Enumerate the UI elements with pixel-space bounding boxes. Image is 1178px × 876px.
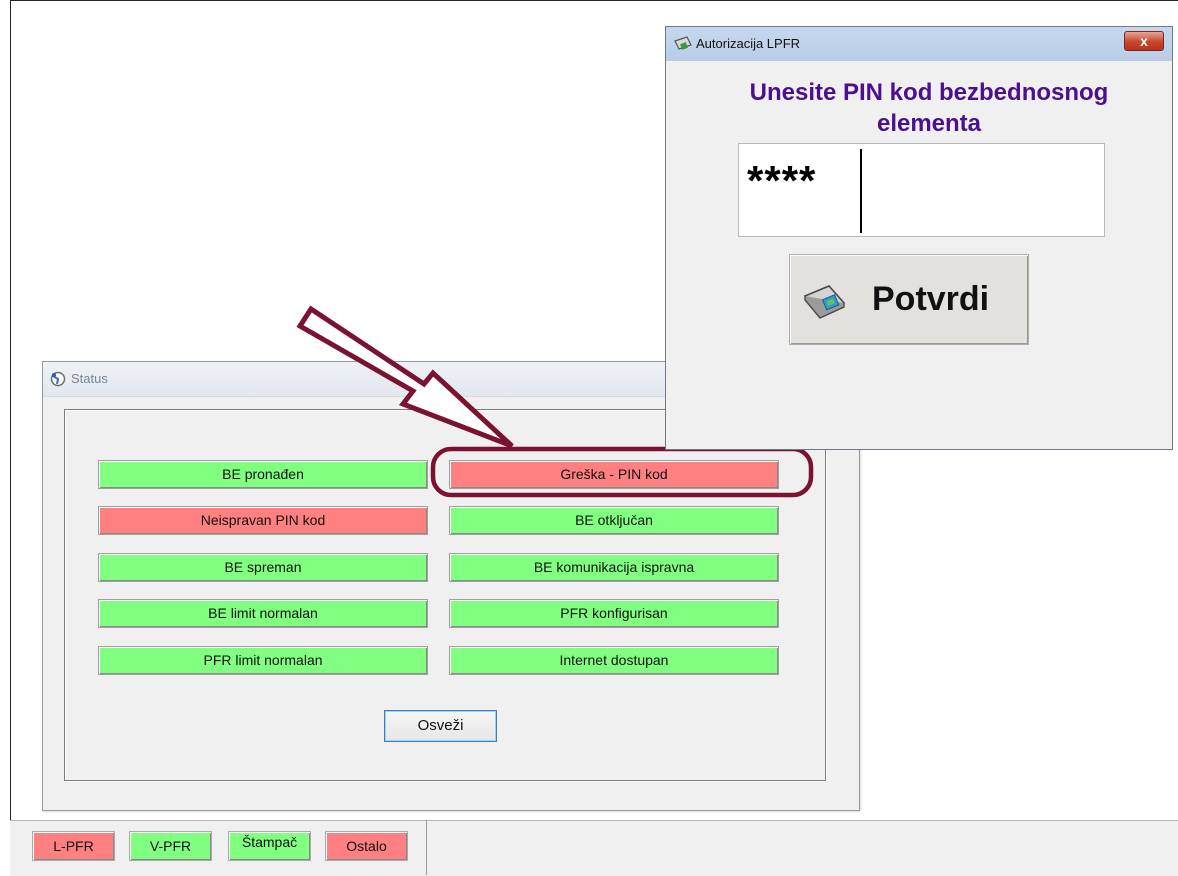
indicator-be-ready: BE spreman <box>98 553 428 582</box>
refresh-button[interactable]: Osveži <box>384 710 497 742</box>
app-icon <box>50 371 66 387</box>
indicator-pfr-configured: PFR konfigurisan <box>449 599 779 628</box>
text-caret <box>860 149 862 233</box>
pin-value: **** <box>747 157 817 204</box>
indicator-be-limit: BE limit normalan <box>98 599 428 628</box>
auth-window-title: Autorizacija LPFR <box>696 36 801 51</box>
indicator-invalid-pin: Neispravan PIN kod <box>98 506 428 535</box>
confirm-button[interactable]: Potvrdi <box>789 254 1029 345</box>
status-other[interactable]: Ostalo <box>325 831 408 861</box>
status-lpfr[interactable]: L-PFR <box>32 831 115 861</box>
auth-window: Autorizacija LPFR x Unesite PIN kod bezb… <box>665 26 1173 450</box>
auth-heading-line1: Unesite PIN kod bezbednosnog <box>749 79 1109 106</box>
indicator-be-found: BE pronađen <box>98 460 428 489</box>
indicator-pin-error: Greška - PIN kod <box>449 460 779 489</box>
auth-title-bar[interactable]: Autorizacija LPFR x <box>666 27 1172 61</box>
indicator-pfr-limit: PFR limit normalan <box>98 646 428 675</box>
close-button[interactable]: x <box>1124 31 1164 51</box>
card-reader-icon <box>803 285 846 319</box>
confirm-label: Potvrdi <box>872 280 990 318</box>
indicator-be-communication: BE komunikacija ispravna <box>449 553 779 582</box>
auth-heading-line2: elementa <box>876 110 982 137</box>
card-reader-icon <box>674 36 692 50</box>
status-vpfr[interactable]: V-PFR <box>129 831 212 861</box>
status-printer[interactable]: Štampač <box>228 831 311 861</box>
indicator-be-unlocked: BE otključan <box>449 506 779 535</box>
auth-heading: Unesite PIN kod bezbednosnog elementa <box>686 77 1172 139</box>
pin-input[interactable]: **** <box>738 143 1105 237</box>
indicator-internet: Internet dostupan <box>449 646 779 675</box>
status-window-title: Status <box>71 371 108 386</box>
